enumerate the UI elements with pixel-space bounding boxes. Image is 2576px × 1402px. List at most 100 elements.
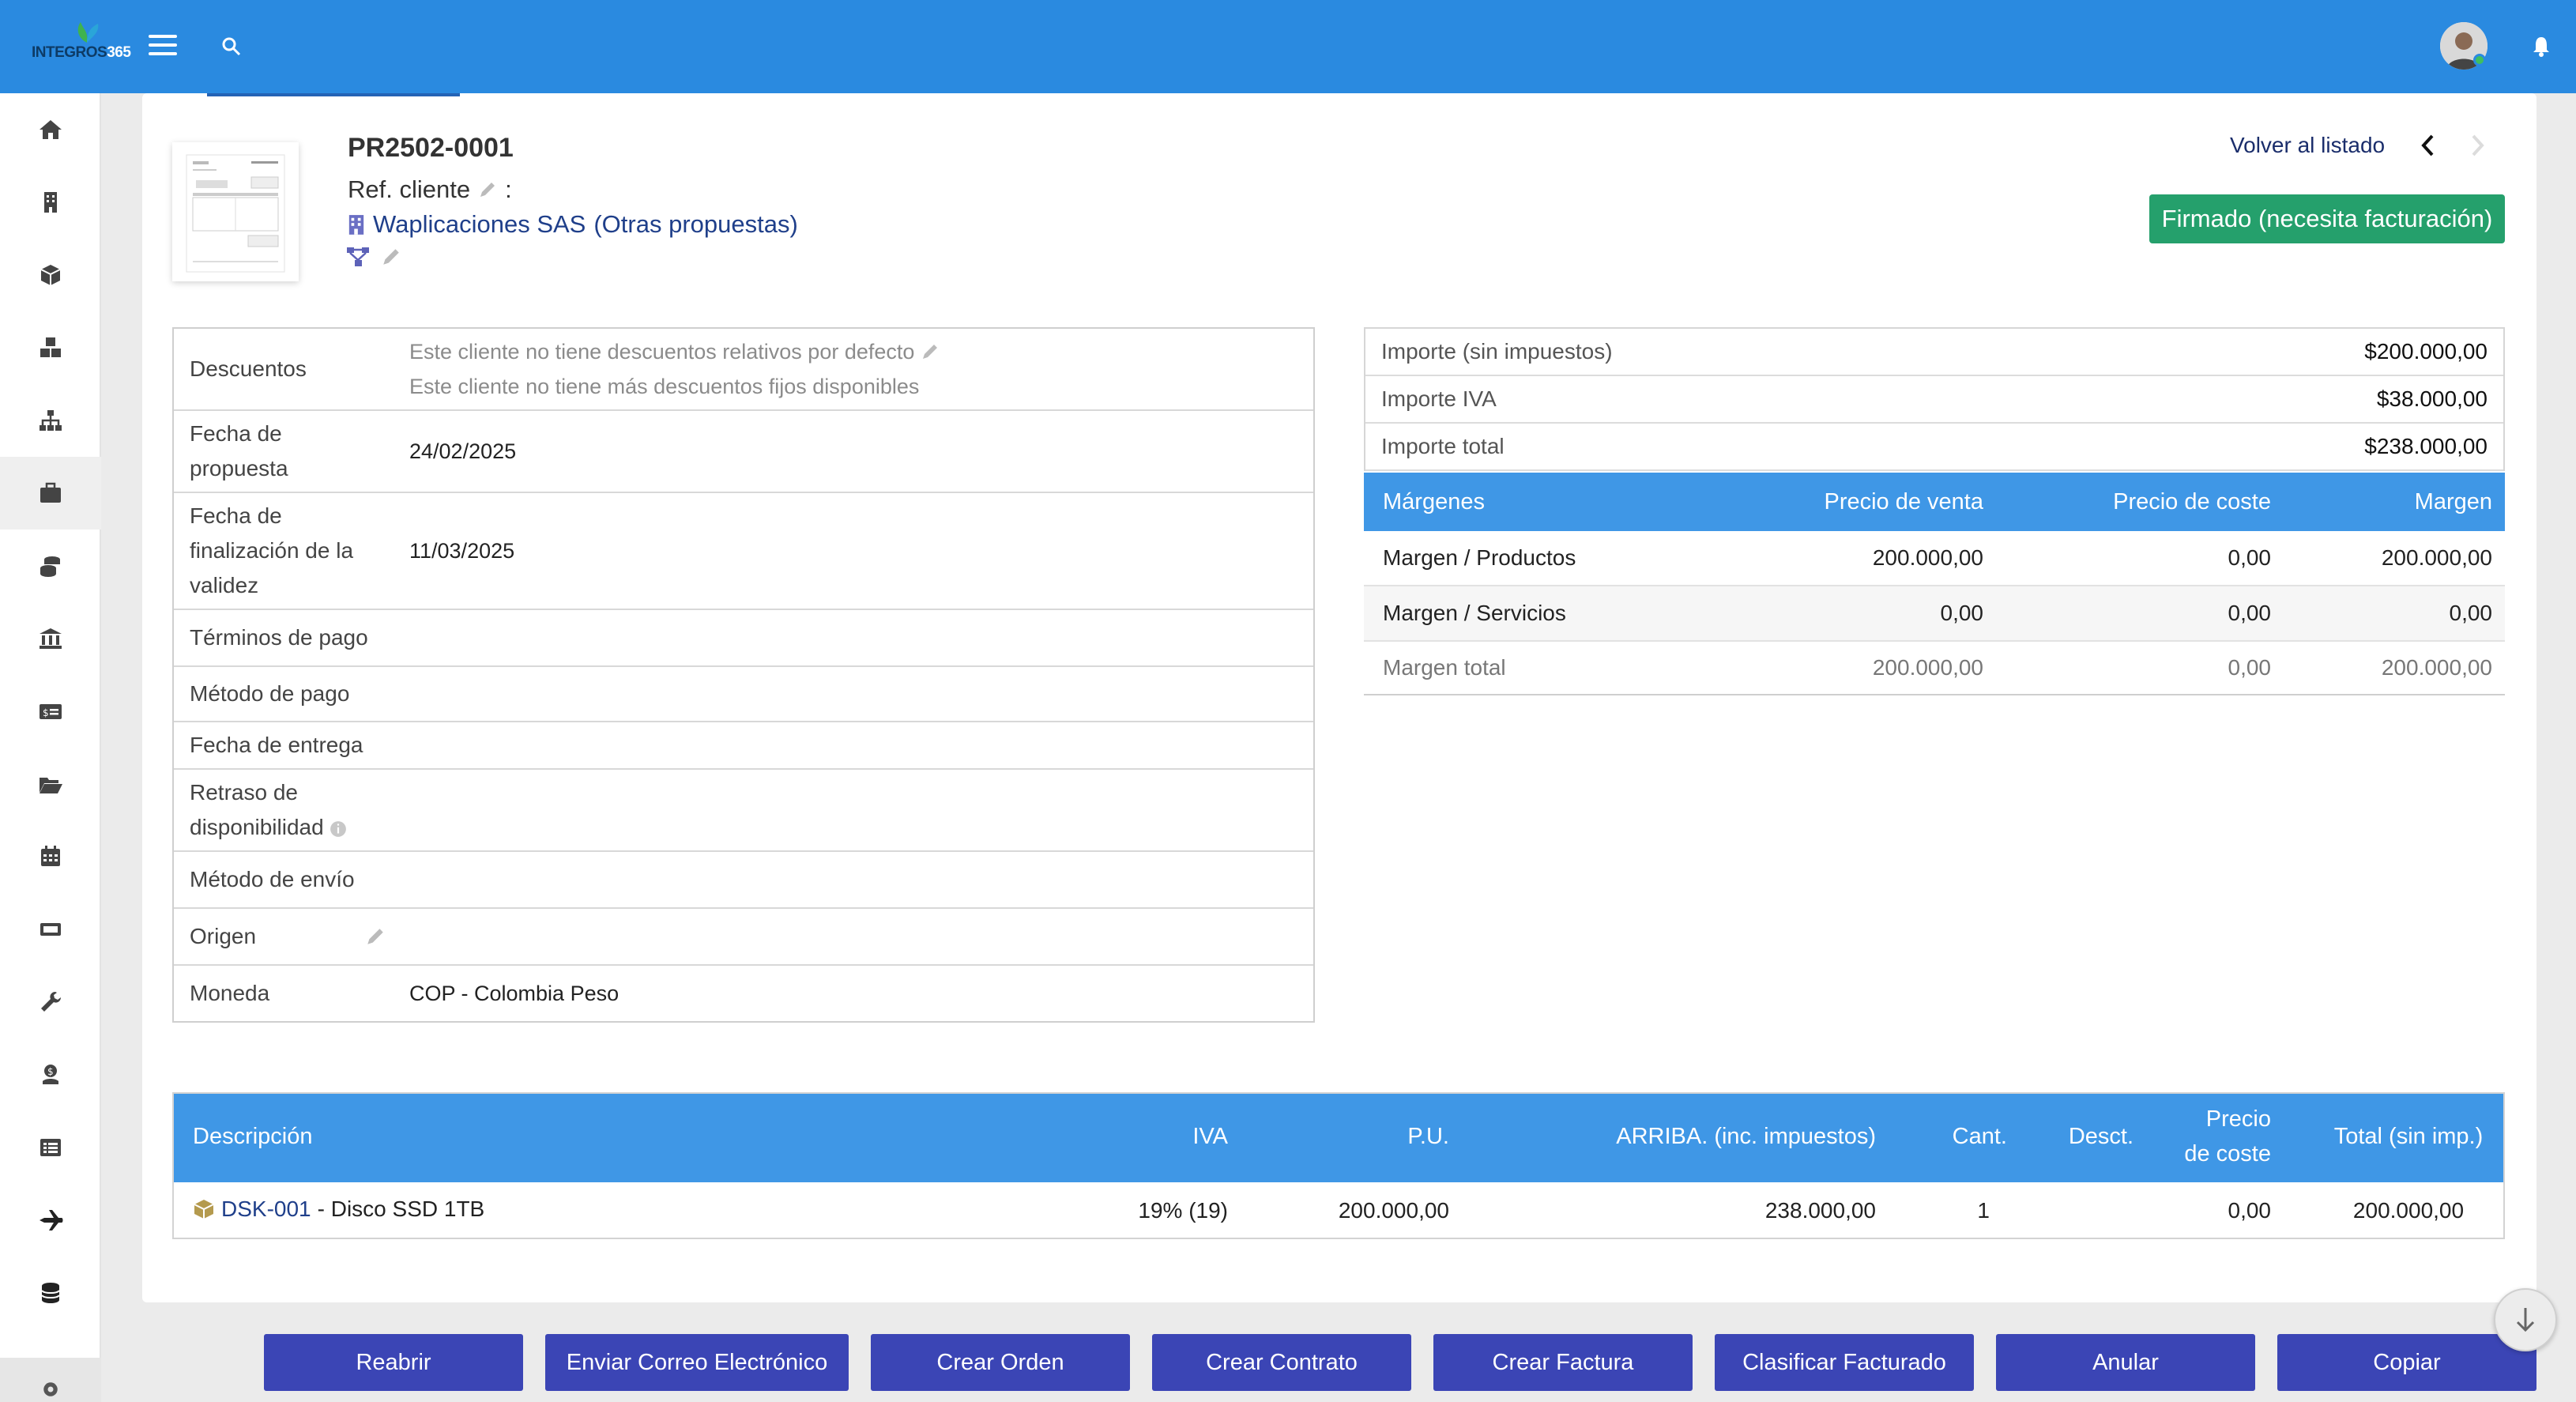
margin-total-label: Margen total (1383, 655, 1506, 680)
col-unit-price-tax: ARRIBA. (inc. impuestos) (1616, 1124, 1876, 1149)
chevron-left-icon[interactable] (2418, 133, 2437, 158)
copy-button[interactable]: Copiar (2277, 1334, 2536, 1391)
margin-row-label: Margen / Servicios (1383, 601, 1566, 625)
info-row-shipping: Método de envío (174, 852, 1313, 909)
line-unit-price: 200.000,00 (1338, 1198, 1449, 1223)
cube-icon (40, 265, 61, 285)
search-icon[interactable] (221, 36, 242, 57)
payment-terms-value (401, 610, 1313, 665)
document-thumbnail[interactable] (172, 142, 299, 281)
home-icon (40, 120, 62, 139)
line-vat: 19% (19) (1138, 1198, 1228, 1223)
sidebar-item-products[interactable] (0, 239, 101, 311)
sidebar-settings[interactable] (0, 1358, 101, 1402)
product-label: - Disco SSD 1TB (317, 1197, 485, 1221)
project-tree-icon[interactable] (346, 247, 370, 267)
sidebar-item-loans[interactable]: $ (0, 1038, 101, 1111)
sidebar-item-commercial[interactable] (0, 457, 101, 530)
payment-method-label: Método de pago (190, 681, 350, 706)
margin-total-margin: 200.000,00 (2381, 655, 2492, 680)
calendar-icon (41, 846, 60, 866)
other-proposals-link[interactable]: (Otras propuestas) (593, 210, 797, 239)
availability-value (401, 770, 1313, 850)
menu-toggle-icon[interactable] (149, 35, 177, 58)
validity-label: Fecha de finalización de la validez (190, 503, 354, 597)
bell-icon[interactable] (2530, 35, 2552, 57)
sidebar-item-accounting[interactable]: $ (0, 675, 101, 748)
brand-logo[interactable]: INTEGROS365 (32, 21, 142, 68)
database-icon (41, 1283, 60, 1303)
ref-client-row: Ref. cliente : (348, 175, 512, 204)
info-icon[interactable] (330, 820, 347, 838)
sidebar-item-tickets[interactable] (0, 893, 101, 966)
classify-billed-button[interactable]: Clasificar Facturado (1715, 1334, 1974, 1391)
total-ttc-row: Importe total $238.000,00 (1365, 424, 2503, 471)
sidebar-item-billing[interactable] (0, 530, 101, 602)
origin-value (401, 909, 1313, 964)
sidebar-item-lists[interactable] (0, 1111, 101, 1184)
info-row-validity: Fecha de finalización de la validez 11/0… (174, 493, 1313, 610)
margin-row-margin: 200.000,00 (2381, 545, 2492, 570)
sidebar-item-travel[interactable] (0, 1184, 101, 1257)
margin-row-label: Margen / Productos (1383, 545, 1576, 570)
sidebar-item-stock[interactable] (0, 311, 101, 384)
company-name[interactable]: Waplicaciones SAS (373, 210, 586, 239)
logo-text: INTEGROS365 (32, 44, 131, 61)
info-row-origin: Origen (174, 909, 1313, 966)
total-net-label: Importe (sin impuestos) (1381, 339, 1613, 364)
margin-total-sale: 200.000,00 (1872, 655, 1983, 680)
back-to-list-link[interactable]: Volver al listado (2230, 133, 2385, 158)
total-net-row: Importe (sin impuestos) $200.000,00 (1365, 329, 2503, 376)
sidebar-item-companies[interactable] (0, 166, 101, 239)
info-row-date: Fecha de propuesta 24/02/2025 (174, 411, 1313, 493)
sidebar-item-bank[interactable] (0, 602, 101, 675)
col-unit-price: P.U. (1407, 1124, 1449, 1149)
margins-col-cost: Precio de coste (2113, 488, 2271, 514)
bank-icon (40, 628, 62, 649)
sidebar-item-agenda[interactable] (0, 820, 101, 893)
wrench-icon (41, 992, 61, 1012)
ticket-icon (40, 923, 61, 936)
shipping-value (401, 852, 1313, 907)
briefcase-icon (40, 482, 61, 503)
line-cost-price: 0,00 (2228, 1198, 2272, 1223)
building-icon (348, 215, 364, 235)
chevron-right-icon (2472, 134, 2484, 156)
sidebar-item-database[interactable] (0, 1257, 101, 1329)
discount-fixed-text: Este cliente no tiene más descuentos fij… (409, 375, 920, 398)
pencil-icon[interactable] (381, 247, 401, 267)
create-invoice-button[interactable]: Crear Factura (1433, 1334, 1693, 1391)
cancel-button[interactable]: Anular (1996, 1334, 2255, 1391)
discounts-label: Descuentos (190, 356, 307, 381)
pencil-icon[interactable] (921, 342, 940, 361)
create-order-button[interactable]: Crear Orden (871, 1334, 1130, 1391)
pencil-icon[interactable] (365, 926, 386, 947)
sidebar-item-tools[interactable] (0, 966, 101, 1038)
hand-holding-icon: $ (43, 1065, 58, 1084)
sidebar: $ $ (0, 93, 101, 1402)
table-row[interactable]: DSK-001 - Disco SSD 1TB 19% (19) 200.000… (174, 1182, 2503, 1238)
scroll-down-button[interactable] (2494, 1288, 2557, 1351)
reopen-button[interactable]: Reabrir (264, 1334, 523, 1391)
sidebar-item-projects[interactable] (0, 384, 101, 457)
pencil-icon[interactable] (478, 180, 497, 199)
sidebar-item-documents[interactable] (0, 748, 101, 820)
list-alt-icon (40, 1139, 61, 1156)
top-navbar: INTEGROS365 (0, 0, 2576, 93)
project-link-row (346, 247, 401, 267)
sidebar-item-home[interactable] (0, 93, 101, 166)
create-contract-button[interactable]: Crear Contrato (1152, 1334, 1411, 1391)
info-row-payment-terms: Términos de pago (174, 610, 1313, 667)
company-link[interactable]: Waplicaciones SAS (Otras propuestas) (348, 210, 798, 239)
margin-row-sale: 200.000,00 (1872, 545, 1983, 570)
margins-col-sale: Precio de venta (1824, 488, 1983, 514)
send-email-button[interactable]: Enviar Correo Electrónico (545, 1334, 849, 1391)
total-vat-value: $38.000,00 (2376, 386, 2487, 411)
total-vat-label: Importe IVA (1381, 386, 1497, 411)
validity-value: 11/03/2025 (409, 539, 515, 563)
total-ttc-label: Importe total (1381, 434, 1505, 458)
product-code-link[interactable]: DSK-001 (221, 1197, 311, 1222)
currency-value: COP - Colombia Peso (409, 982, 620, 1005)
arrow-down-icon (2516, 1308, 2535, 1332)
payment-method-value (401, 667, 1313, 721)
